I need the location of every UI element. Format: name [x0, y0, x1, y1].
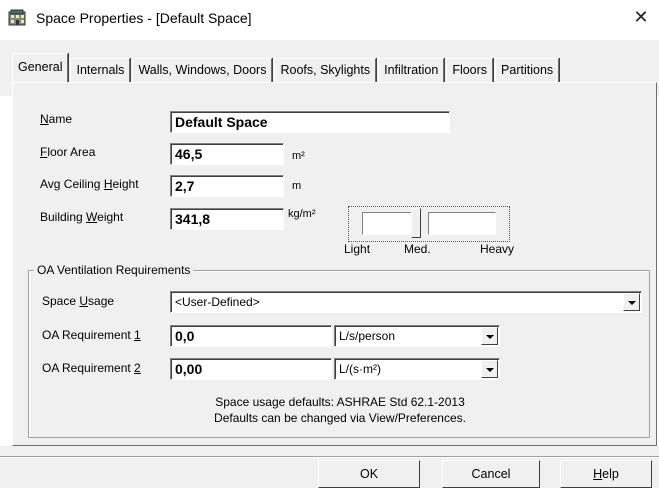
space-usage-dropdown-button[interactable]	[623, 293, 640, 311]
title-bar: Space Properties - [Default Space] ✕	[0, 0, 659, 40]
tab-roofs-skylights[interactable]: Roofs, Skylights	[274, 58, 377, 82]
close-button[interactable]: ✕	[626, 4, 656, 34]
ceiling-height-field[interactable]: 2,7	[170, 175, 284, 197]
tab-row: General Internals Walls, Windows, Doors …	[12, 53, 561, 82]
weight-heavy-label: Heavy	[480, 242, 515, 256]
weight-slider-thumb[interactable]	[411, 208, 421, 238]
bottom-separator	[0, 456, 659, 458]
building-weight-field[interactable]: 341,8	[170, 208, 284, 230]
ceiling-height-unit: m	[292, 180, 302, 192]
oa-req2-unit: L/(s·m²)	[339, 362, 381, 376]
window-title: Space Properties - [Default Space]	[36, 10, 252, 26]
tab-general[interactable]: General	[12, 53, 69, 82]
ok-button[interactable]: OK	[318, 460, 420, 488]
cancel-button[interactable]: Cancel	[442, 460, 540, 488]
floor-area-label: Floor Area	[40, 145, 96, 159]
chevron-down-icon	[486, 335, 494, 339]
tab-infiltration[interactable]: Infiltration	[378, 58, 445, 82]
space-usage-defaults-note: Space usage defaults: ASHRAE Std 62.1-20…	[150, 394, 530, 426]
chevron-down-icon	[628, 301, 636, 305]
oa-req2-unit-select[interactable]: L/(s·m²)	[334, 358, 500, 380]
oa-req2-label: OA Requirement 2	[42, 361, 141, 375]
weight-slider-track-left	[362, 212, 412, 235]
floor-area-unit: m²	[292, 150, 305, 162]
building-weight-unit: kg/m²	[288, 208, 316, 220]
space-usage-value: <User-Defined>	[175, 295, 260, 309]
name-field[interactable]: Default Space	[170, 111, 450, 133]
note-line-1: Space usage defaults: ASHRAE Std 62.1-20…	[215, 395, 465, 409]
space-usage-select[interactable]: <User-Defined>	[170, 291, 642, 313]
note-line-2: Defaults can be changed via View/Prefere…	[214, 411, 466, 425]
building-weight-label: Building Weight	[40, 210, 124, 224]
oa-req2-field[interactable]: 0,00	[170, 358, 332, 380]
tab-walls-windows-doors[interactable]: Walls, Windows, Doors	[132, 58, 273, 82]
tab-internals[interactable]: Internals	[70, 58, 131, 82]
weight-slider-track-right	[428, 212, 496, 235]
oa-req1-field[interactable]: 0,0	[170, 325, 332, 347]
oa-req1-unit-select[interactable]: L/s/person	[334, 325, 500, 347]
ceiling-height-label: Avg Ceiling Height	[40, 177, 139, 191]
name-label: Name	[40, 112, 73, 126]
oa-req2-dropdown-button[interactable]	[481, 360, 498, 378]
tab-floors[interactable]: Floors	[446, 58, 494, 82]
space-usage-label: Space Usage	[42, 294, 115, 308]
oa-req1-dropdown-button[interactable]	[481, 327, 498, 345]
building-app-icon	[8, 9, 26, 26]
oa-req1-unit: L/s/person	[339, 329, 396, 343]
weight-medium-label: Med.	[404, 242, 431, 256]
tab-partitions[interactable]: Partitions	[495, 58, 560, 82]
weight-light-label: Light	[344, 242, 371, 256]
oa-ventilation-group-title: OA Ventilation Requirements	[34, 263, 194, 277]
oa-req1-label: OA Requirement 1	[42, 328, 141, 342]
chevron-down-icon	[486, 368, 494, 372]
help-button[interactable]: Help	[560, 460, 652, 488]
close-icon: ✕	[633, 7, 649, 28]
floor-area-field[interactable]: 46,5	[170, 143, 284, 165]
